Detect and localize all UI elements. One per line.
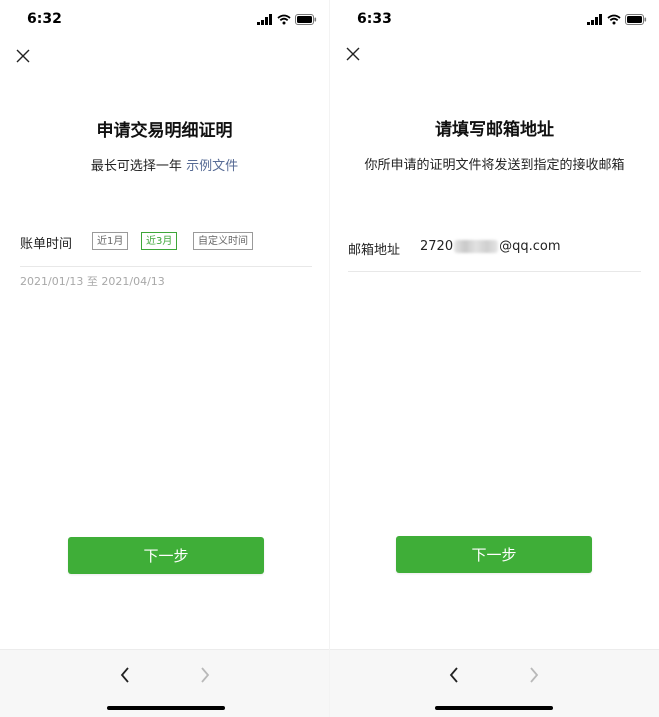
battery-icon bbox=[625, 13, 647, 25]
home-indicator[interactable] bbox=[107, 706, 225, 710]
chip-last-1-month[interactable]: 近1月 bbox=[92, 232, 129, 250]
wifi-icon bbox=[607, 14, 621, 24]
divider bbox=[20, 266, 312, 267]
signal-icon bbox=[257, 13, 272, 25]
chip-last-3-months[interactable]: 近3月 bbox=[141, 232, 178, 250]
bill-time-label: 账单时间 bbox=[20, 237, 73, 252]
browser-nav-bar bbox=[0, 649, 329, 717]
page-title: 请填写邮箱地址 bbox=[435, 120, 554, 140]
signal-icon bbox=[587, 13, 602, 25]
chip-custom-time[interactable]: 自定义时间 bbox=[193, 232, 253, 250]
page-title: 申请交易明细证明 bbox=[96, 121, 233, 141]
email-field[interactable]: 2720 @qq.com bbox=[420, 239, 561, 254]
chevron-left-icon[interactable] bbox=[117, 665, 133, 685]
subtitle-text: 最长可选择一年 bbox=[90, 159, 182, 174]
email-label: 邮箱地址 bbox=[348, 243, 401, 258]
battery-icon bbox=[295, 13, 317, 25]
sample-file-link[interactable]: 示例文件 bbox=[186, 159, 238, 174]
date-range: 2021/01/13 至 2021/04/13 bbox=[20, 275, 165, 288]
screen-email-entry: 6:33 请填写邮箱地址 你所申请的证明文件将发送到指定的接收邮箱 邮箱地址 2… bbox=[330, 0, 659, 717]
close-icon[interactable] bbox=[343, 44, 363, 64]
next-button[interactable]: 下一步 bbox=[396, 536, 592, 573]
page-subtitle: 最长可选择一年 示例文件 bbox=[0, 155, 329, 174]
screen-transaction-proof: 6:32 申请交易明细证明 最长可选择一年 示例文件 账单时间 近1月 近3月 … bbox=[0, 0, 329, 717]
status-time: 6:32 bbox=[27, 11, 62, 27]
chevron-right-icon[interactable] bbox=[197, 665, 213, 685]
home-indicator[interactable] bbox=[435, 706, 553, 710]
email-prefix: 2720 bbox=[420, 239, 454, 254]
browser-nav-bar bbox=[330, 649, 659, 717]
status-time: 6:33 bbox=[357, 11, 392, 27]
wifi-icon bbox=[277, 14, 291, 24]
email-redacted bbox=[454, 240, 499, 253]
page-subtitle: 你所申请的证明文件将发送到指定的接收邮箱 bbox=[364, 158, 625, 173]
chevron-right-icon[interactable] bbox=[526, 665, 542, 685]
status-icons bbox=[257, 13, 317, 25]
chevron-left-icon[interactable] bbox=[446, 665, 462, 685]
email-suffix: @qq.com bbox=[499, 239, 561, 254]
close-icon[interactable] bbox=[13, 46, 33, 66]
divider bbox=[348, 271, 641, 272]
next-button[interactable]: 下一步 bbox=[68, 537, 264, 574]
status-icons bbox=[587, 13, 647, 25]
